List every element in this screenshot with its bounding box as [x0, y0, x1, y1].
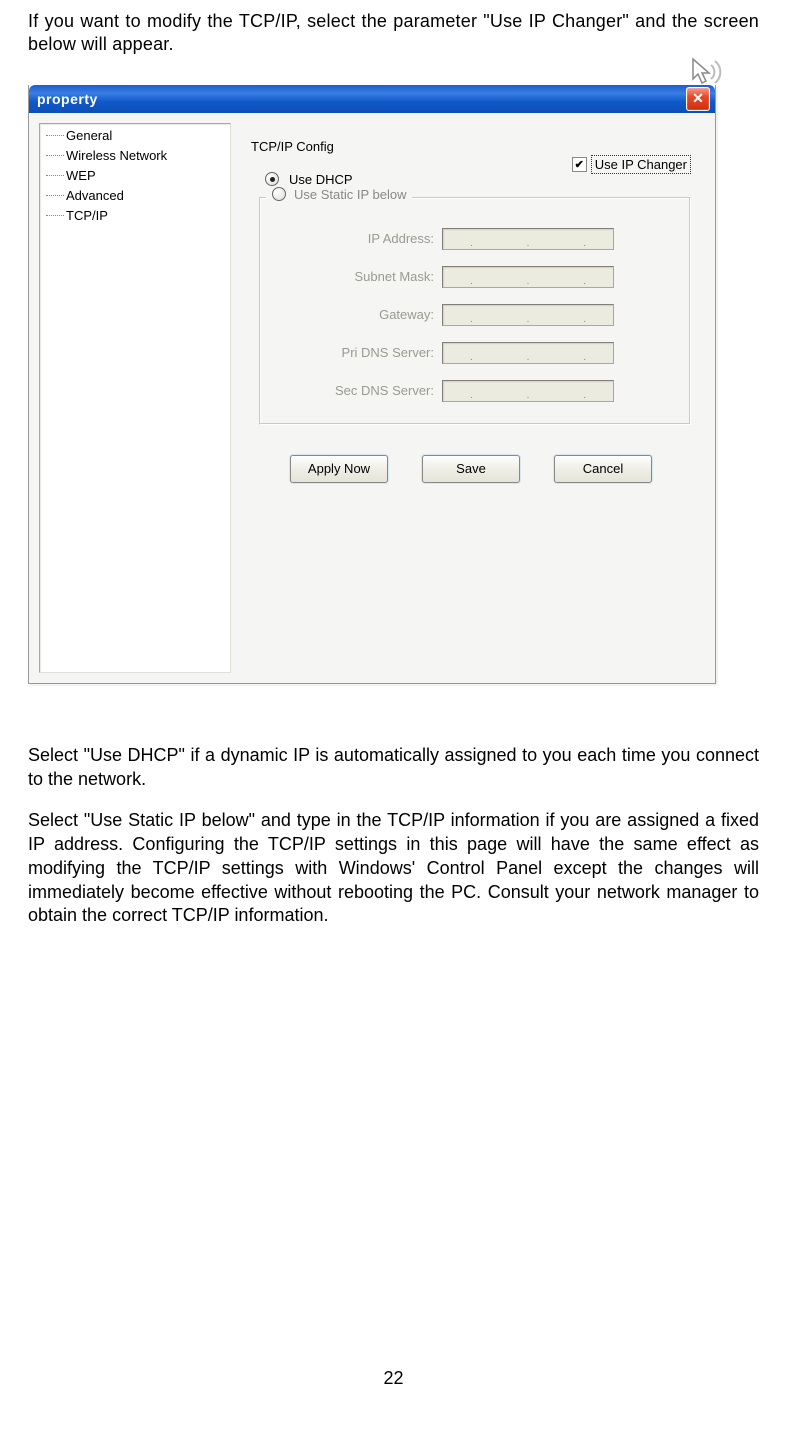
subnet-mask-input[interactable]: ...	[442, 266, 614, 288]
sidebar-item-advanced[interactable]: Advanced	[40, 186, 230, 206]
field-label: Pri DNS Server:	[278, 345, 442, 360]
save-button[interactable]: Save	[422, 455, 520, 483]
radio-static-label: Use Static IP below	[294, 187, 406, 202]
field-label: Subnet Mask:	[278, 269, 442, 284]
radio-dhcp-row[interactable]: Use DHCP	[265, 172, 695, 187]
sidebar-item-label: General	[66, 128, 112, 143]
tcpip-config-panel: TCP/IP Config ✔ Use IP Changer Use DHCP …	[237, 113, 715, 683]
sidebar-item-label: WEP	[66, 168, 96, 183]
field-ip-address: IP Address: ...	[278, 228, 672, 250]
check-icon: ✔	[575, 158, 584, 171]
cursor-icon	[689, 57, 717, 85]
sidebar-item-wep[interactable]: WEP	[40, 166, 230, 186]
window-title: property	[37, 91, 98, 107]
field-pri-dns: Pri DNS Server: ...	[278, 342, 672, 364]
field-subnet-mask: Subnet Mask: ...	[278, 266, 672, 288]
radio-dhcp[interactable]	[265, 172, 279, 186]
static-ip-fieldset: Use Static IP below IP Address: ... Subn…	[259, 197, 691, 425]
paragraph-static: Select "Use Static IP below" and type in…	[28, 809, 759, 928]
sidebar-item-label: Advanced	[66, 188, 124, 203]
close-icon: ✕	[692, 90, 704, 107]
field-label: Sec DNS Server:	[278, 383, 442, 398]
sidebar-item-label: Wireless Network	[66, 148, 167, 163]
page-number: 22	[28, 1368, 759, 1389]
use-ip-changer-checkbox[interactable]: ✔	[572, 157, 587, 172]
use-ip-changer-label: Use IP Changer	[591, 155, 691, 174]
apply-now-button[interactable]: Apply Now	[290, 455, 388, 483]
radio-static-row[interactable]: Use Static IP below	[266, 187, 412, 202]
field-gateway: Gateway: ...	[278, 304, 672, 326]
field-label: IP Address:	[278, 231, 442, 246]
sidebar-item-wireless[interactable]: Wireless Network	[40, 146, 230, 166]
intro-paragraph: If you want to modify the TCP/IP, select…	[28, 10, 759, 57]
ip-address-input[interactable]: ...	[442, 228, 614, 250]
sidebar-item-tcpip[interactable]: TCP/IP	[40, 206, 230, 226]
pri-dns-input[interactable]: ...	[442, 342, 614, 364]
sec-dns-input[interactable]: ...	[442, 380, 614, 402]
field-sec-dns: Sec DNS Server: ...	[278, 380, 672, 402]
sidebar-item-general[interactable]: General	[40, 126, 230, 146]
gateway-input[interactable]: ...	[442, 304, 614, 326]
section-title: TCP/IP Config	[251, 139, 695, 154]
close-button[interactable]: ✕	[686, 87, 710, 111]
dialog-buttons: Apply Now Save Cancel	[247, 455, 695, 483]
paragraph-dhcp: Select "Use DHCP" if a dynamic IP is aut…	[28, 744, 759, 792]
titlebar[interactable]: property ✕	[29, 85, 715, 113]
sidebar-item-label: TCP/IP	[66, 208, 108, 223]
use-ip-changer-row[interactable]: ✔ Use IP Changer	[572, 155, 691, 174]
sidebar-tree: General Wireless Network WEP Advanced TC…	[39, 123, 231, 673]
radio-dhcp-label: Use DHCP	[289, 172, 353, 187]
field-label: Gateway:	[278, 307, 442, 322]
radio-dot-icon	[270, 177, 275, 182]
property-dialog: property ✕ General Wireless Network WEP …	[28, 85, 716, 684]
radio-static[interactable]	[272, 187, 286, 201]
cancel-button[interactable]: Cancel	[554, 455, 652, 483]
